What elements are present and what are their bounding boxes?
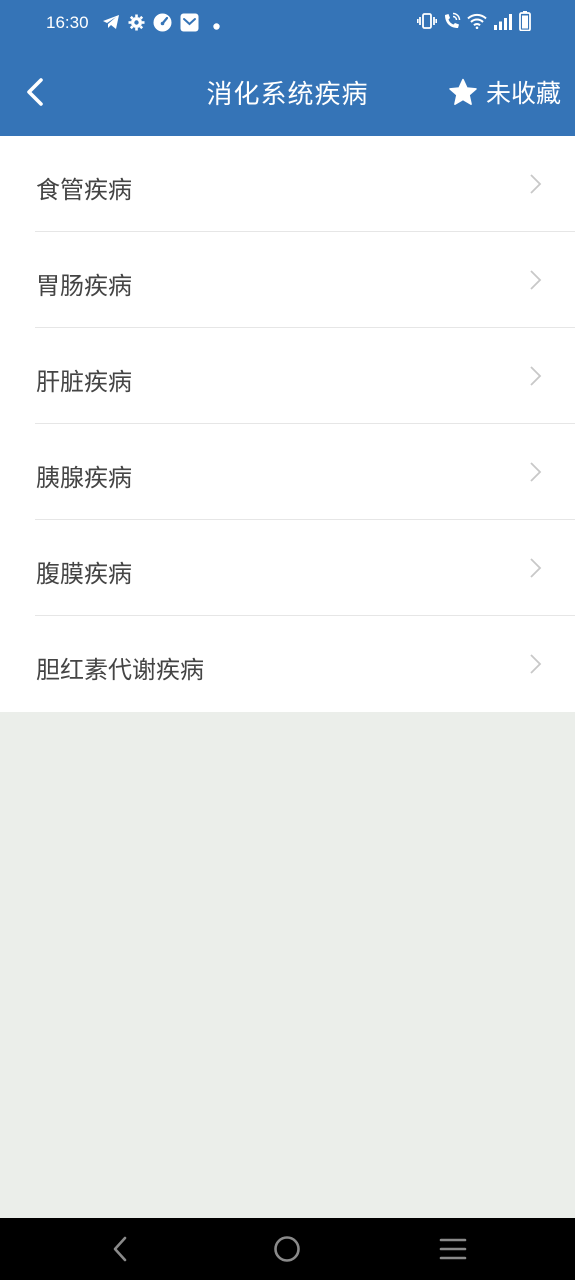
- list-item[interactable]: 肝脏疾病: [0, 328, 575, 424]
- list-item[interactable]: 腹膜疾病: [0, 520, 575, 616]
- chevron-right-icon: [530, 174, 542, 194]
- nav-recents-button[interactable]: [436, 1232, 470, 1266]
- back-button[interactable]: [14, 68, 54, 116]
- recents-nav-icon: [439, 1238, 467, 1260]
- favorite-button[interactable]: 未收藏: [448, 72, 561, 112]
- disease-category-list: 食管疾病 胃肠疾病 肝脏疾病 胰腺疾病 腹膜疾病 胆红素代谢疾病: [0, 136, 575, 712]
- signal-icon: [493, 13, 513, 34]
- nav-home-button[interactable]: [270, 1232, 304, 1266]
- dot-icon: [213, 15, 220, 34]
- system-navigation-bar: [0, 1218, 575, 1280]
- telegram-icon: [102, 14, 120, 34]
- status-icons-left: [102, 13, 220, 36]
- chevron-right-icon: [530, 270, 542, 290]
- wifi-calling-icon: [443, 12, 461, 34]
- speedometer-icon: [153, 13, 172, 36]
- list-item-label: 食管疾病: [36, 176, 132, 204]
- status-time: 16:30: [46, 13, 89, 32]
- list-item[interactable]: 胰腺疾病: [0, 424, 575, 520]
- list-item-label: 胰腺疾病: [36, 464, 132, 492]
- chevron-right-icon: [530, 462, 542, 482]
- star-icon: [449, 78, 477, 105]
- home-nav-icon: [274, 1236, 300, 1262]
- list-item[interactable]: 食管疾病: [0, 136, 575, 232]
- list-item-label: 胃肠疾病: [36, 272, 132, 300]
- chevron-right-icon: [530, 654, 542, 674]
- app-header: 16:30 消化系统疾病 未收藏: [0, 0, 575, 136]
- list-item-label: 胆红素代谢疾病: [36, 656, 204, 684]
- settings-icon: [128, 14, 145, 35]
- chevron-right-icon: [530, 558, 542, 578]
- list-item[interactable]: 胆红素代谢疾病: [0, 616, 575, 712]
- app-bar: 消化系统疾病 未收藏: [0, 48, 575, 136]
- battery-icon: [519, 11, 531, 35]
- chevron-left-icon: [27, 78, 43, 106]
- list-item[interactable]: 胃肠疾病: [0, 232, 575, 328]
- status-bar: 16:30: [0, 0, 575, 48]
- mail-icon: [180, 13, 199, 36]
- wifi-icon: [467, 13, 487, 33]
- back-nav-icon: [113, 1236, 127, 1262]
- vibrate-icon: [417, 13, 438, 33]
- list-item-label: 肝脏疾病: [36, 368, 132, 396]
- page-title: 消化系统疾病: [206, 80, 369, 110]
- favorite-label: 未收藏: [485, 79, 561, 108]
- chevron-right-icon: [530, 366, 542, 386]
- status-icons-right: [417, 11, 531, 35]
- list-item-label: 腹膜疾病: [36, 560, 132, 588]
- nav-back-button[interactable]: [104, 1232, 138, 1266]
